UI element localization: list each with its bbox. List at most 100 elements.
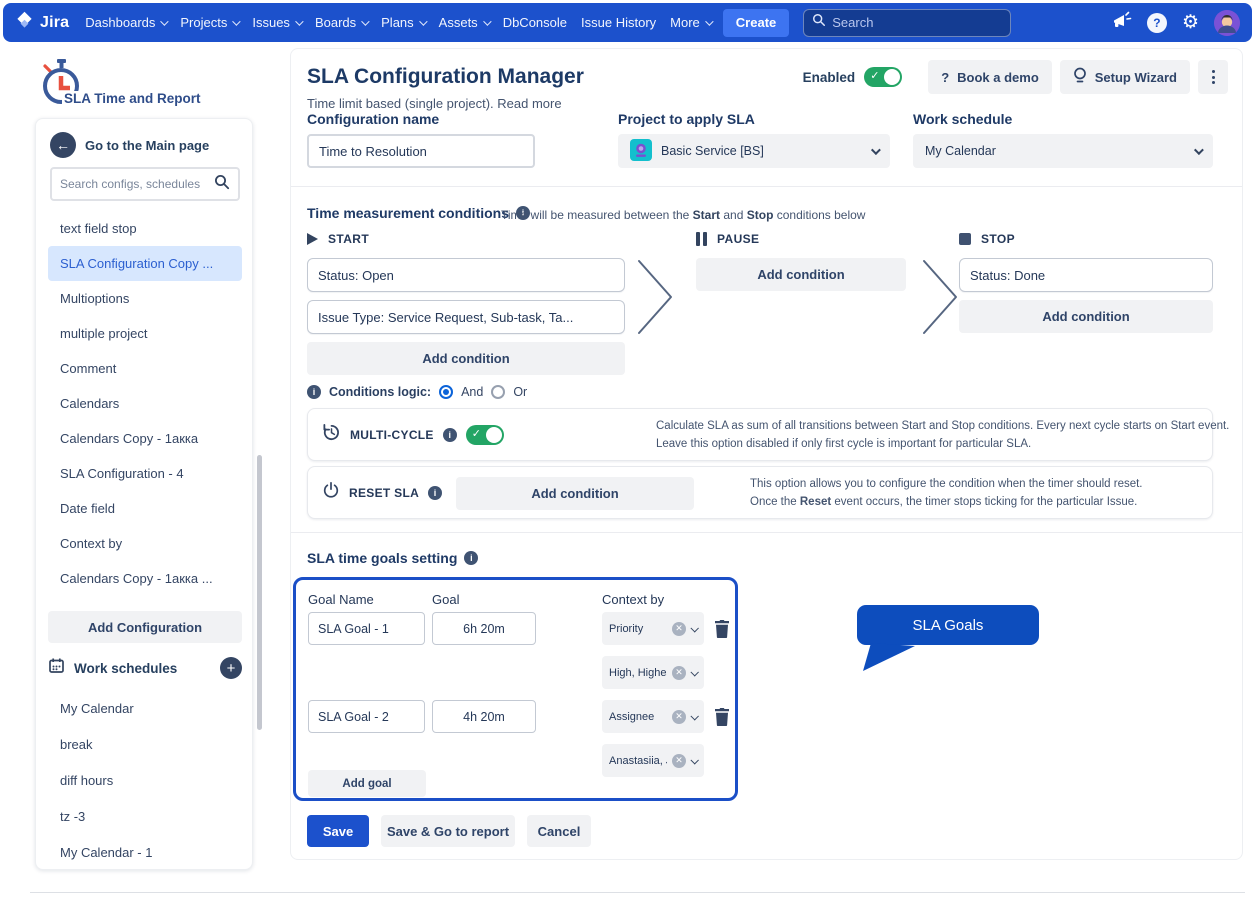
divider: [291, 186, 1242, 187]
pause-add-condition-button[interactable]: Add condition: [696, 258, 906, 291]
schedule-item[interactable]: break: [48, 727, 242, 763]
config-list: text field stop SLA Configuration Copy .…: [48, 211, 242, 596]
back-to-main-link[interactable]: ← Go to the Main page: [50, 132, 209, 158]
config-item[interactable]: Calendars: [48, 386, 242, 421]
config-item[interactable]: Comment: [48, 351, 242, 386]
schedule-item[interactable]: My Calendar - 1: [48, 835, 242, 871]
schedule-item[interactable]: diff hours: [48, 763, 242, 799]
goal-name-input[interactable]: [308, 700, 425, 733]
config-item[interactable]: Context by: [48, 526, 242, 561]
info-icon[interactable]: i: [428, 486, 442, 500]
sidebar: ← Go to the Main page text field stop SL…: [35, 118, 253, 870]
logic-and-radio[interactable]: [439, 385, 453, 399]
config-name-input[interactable]: [307, 134, 535, 168]
goal-value-input[interactable]: [432, 612, 536, 645]
clear-icon[interactable]: ✕: [672, 622, 686, 636]
clear-icon[interactable]: ✕: [672, 666, 686, 680]
book-demo-button[interactable]: ? Book a demo: [928, 60, 1052, 94]
context-values-select[interactable]: Anastasiia, John Smit... ✕: [602, 744, 704, 777]
chevron-down-icon: [1194, 145, 1204, 155]
work-schedules-header: Work schedules +: [48, 657, 242, 679]
sidebar-scrollbar[interactable]: [257, 455, 262, 730]
create-button[interactable]: Create: [723, 9, 789, 37]
config-item[interactable]: Multioptions: [48, 281, 242, 316]
logic-or-radio[interactable]: [491, 385, 505, 399]
reset-sla-description: This option allows you to configure the …: [750, 476, 1230, 512]
stop-icon: [959, 233, 971, 245]
more-actions-button[interactable]: [1198, 60, 1228, 94]
nav-issues[interactable]: Issues: [252, 15, 301, 30]
context-field-select[interactable]: Assignee ✕: [602, 700, 704, 733]
save-button[interactable]: Save: [307, 815, 369, 847]
chevron-separator-icon: [633, 255, 677, 344]
add-goal-button[interactable]: Add goal: [308, 770, 426, 797]
global-search[interactable]: [803, 9, 1011, 37]
arrow-left-icon: ←: [50, 132, 76, 158]
config-item[interactable]: Date field: [48, 491, 242, 526]
read-more-link[interactable]: Read more: [497, 96, 561, 111]
info-icon[interactable]: i: [464, 551, 478, 565]
nav-projects[interactable]: Projects: [180, 15, 238, 30]
stop-add-condition-button[interactable]: Add condition: [959, 300, 1213, 333]
config-item[interactable]: multiple project: [48, 316, 242, 351]
chevron-down-icon: [690, 712, 698, 720]
nav-dbconsole[interactable]: DbConsole: [503, 15, 567, 30]
setup-wizard-button[interactable]: Setup Wizard: [1060, 60, 1190, 94]
schedule-item[interactable]: My Calendar: [48, 691, 242, 727]
chevron-down-icon: [161, 17, 169, 25]
nav-plans[interactable]: Plans: [381, 15, 425, 30]
add-configuration-button[interactable]: Add Configuration: [48, 611, 242, 643]
nav-more[interactable]: More: [670, 15, 711, 30]
enabled-toggle[interactable]: ✓: [864, 67, 902, 87]
schedule-label: Work schedule: [913, 111, 1012, 127]
chevron-down-icon: [361, 17, 369, 25]
start-condition[interactable]: Issue Type: Service Request, Sub-task, T…: [307, 300, 625, 334]
config-item[interactable]: SLA Configuration - 4: [48, 456, 242, 491]
project-select[interactable]: Basic Service [BS]: [618, 134, 890, 168]
nav-dashboards[interactable]: Dashboards: [85, 15, 166, 30]
goal-name-input[interactable]: [308, 612, 425, 645]
play-icon: [307, 233, 318, 245]
megaphone-icon[interactable]: [1112, 10, 1132, 35]
start-condition[interactable]: Status: Open: [307, 258, 625, 292]
sla-goals-callout: SLA Goals: [849, 605, 1049, 677]
nav-issue-history[interactable]: Issue History: [581, 15, 656, 30]
delete-goal-button[interactable]: [710, 700, 734, 733]
check-icon: ✓: [870, 69, 879, 82]
avatar[interactable]: [1214, 10, 1240, 36]
config-item-selected[interactable]: SLA Configuration Copy ...: [48, 246, 242, 281]
nav-assets[interactable]: Assets: [439, 15, 489, 30]
config-item[interactable]: Calendars Copy - 1акка ...: [48, 561, 242, 596]
multi-cycle-toggle[interactable]: ✓: [466, 425, 504, 445]
jira-logo[interactable]: Jira: [15, 11, 69, 35]
help-icon[interactable]: ?: [1147, 13, 1167, 33]
clear-icon[interactable]: ✕: [672, 754, 686, 768]
nav-boards[interactable]: Boards: [315, 15, 367, 30]
sidebar-search[interactable]: [50, 167, 240, 201]
search-input[interactable]: [832, 15, 1008, 30]
clear-icon[interactable]: ✕: [672, 710, 686, 724]
context-field-select[interactable]: Priority ✕: [602, 612, 704, 645]
schedule-list: My Calendar break diff hours tz -3 My Ca…: [48, 691, 242, 871]
schedule-item[interactable]: tz -3: [48, 799, 242, 835]
save-go-report-button[interactable]: Save & Go to report: [381, 815, 515, 847]
cancel-button[interactable]: Cancel: [527, 815, 591, 847]
goal-name-column-header: Goal Name: [308, 592, 374, 607]
delete-goal-button[interactable]: [710, 612, 734, 645]
sidebar-search-input[interactable]: [60, 177, 208, 191]
config-item[interactable]: text field stop: [48, 211, 242, 246]
reset-add-condition-button[interactable]: Add condition: [456, 477, 694, 510]
chevron-down-icon: [690, 756, 698, 764]
callout-tail: [863, 643, 925, 678]
gear-icon[interactable]: ⚙: [1182, 13, 1199, 32]
stop-condition[interactable]: Status: Done: [959, 258, 1213, 292]
info-icon[interactable]: i: [307, 385, 321, 399]
config-name-label: Configuration name: [307, 111, 439, 127]
add-schedule-button[interactable]: +: [220, 657, 242, 679]
info-icon[interactable]: i: [443, 428, 457, 442]
work-schedule-select[interactable]: My Calendar: [913, 134, 1213, 168]
config-item[interactable]: Calendars Copy - 1акка: [48, 421, 242, 456]
start-add-condition-button[interactable]: Add condition: [307, 342, 625, 375]
context-values-select[interactable]: High, Highest ✕: [602, 656, 704, 689]
goal-value-input[interactable]: [432, 700, 536, 733]
